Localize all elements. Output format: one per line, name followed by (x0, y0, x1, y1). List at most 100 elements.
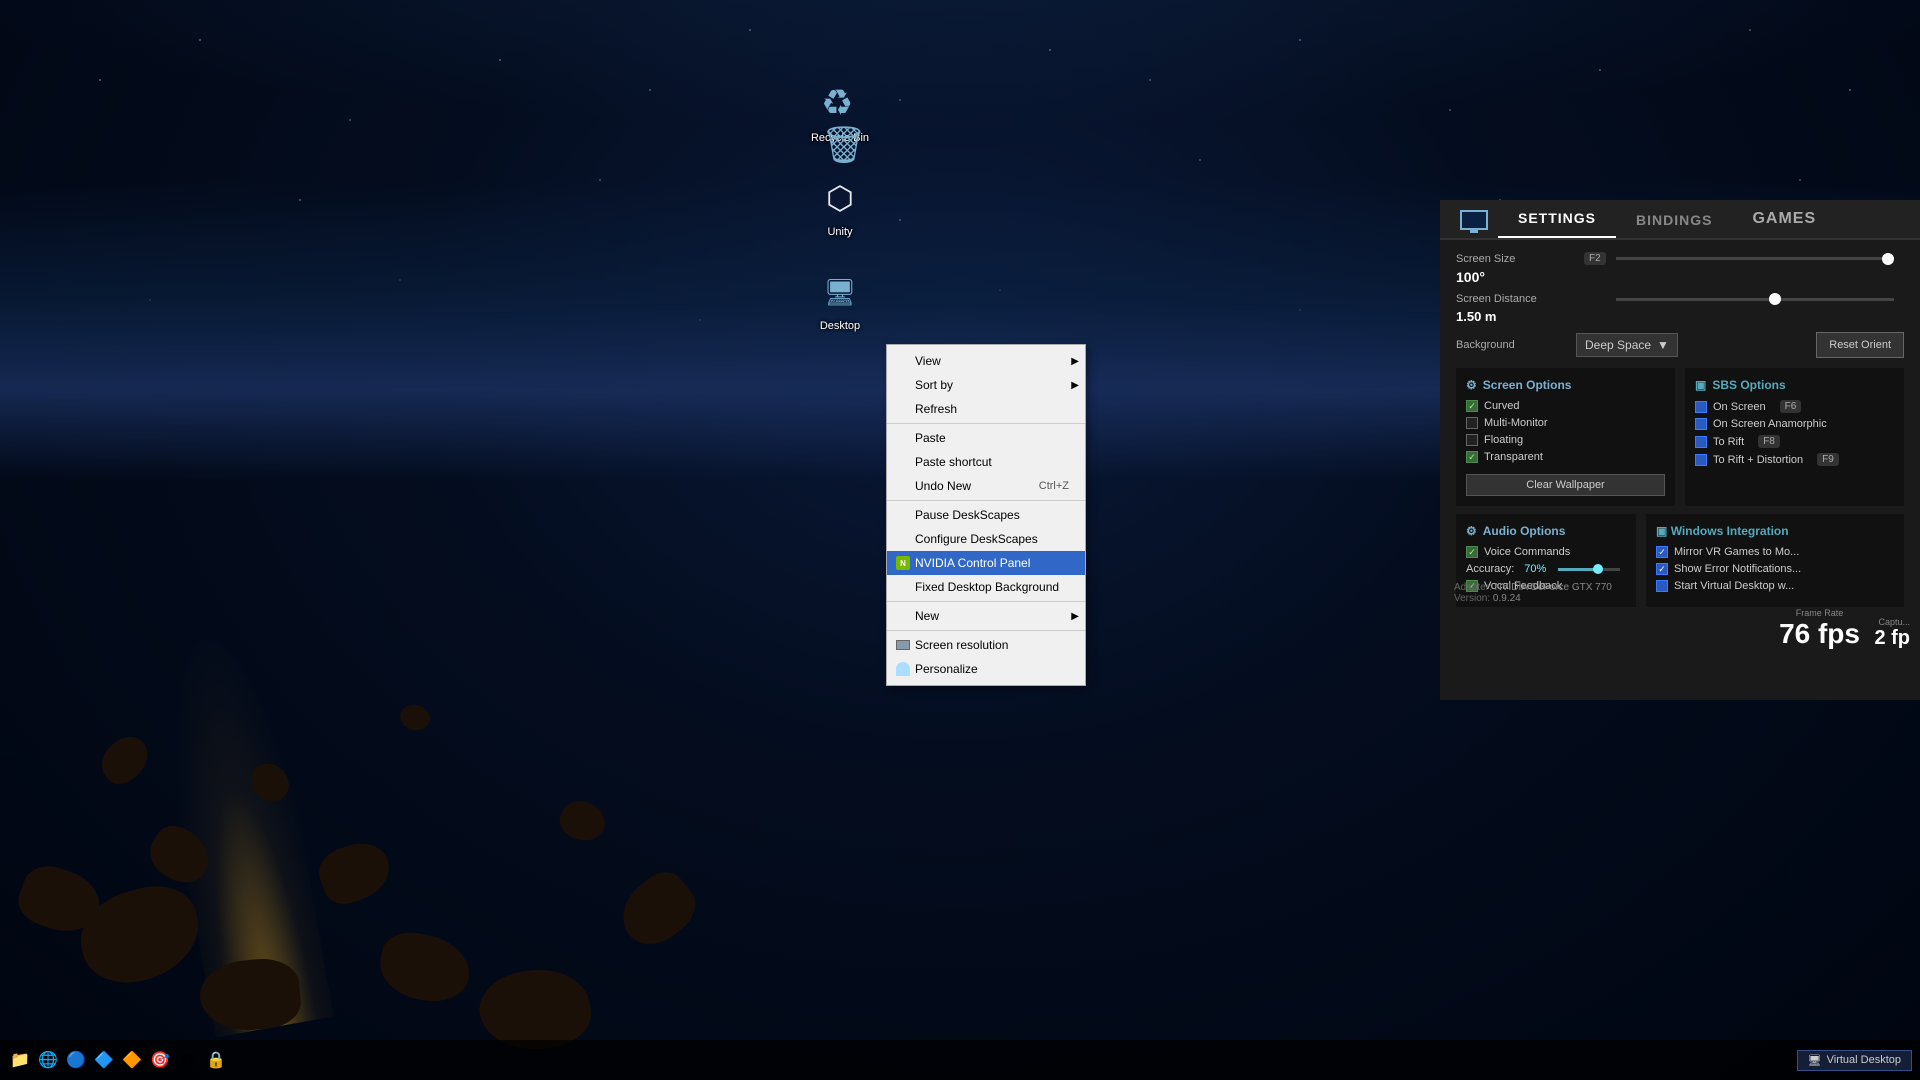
taskbar-icon-6[interactable]: ⚙ (176, 1048, 200, 1072)
checkbox-to-rift-distortion[interactable]: To Rift + Distortion F9 (1695, 453, 1894, 466)
context-icon-screen (895, 637, 911, 653)
asteroid (554, 794, 611, 847)
cb-mirror-vr[interactable] (1656, 546, 1668, 558)
context-item-new[interactable]: New ▶ (887, 604, 1085, 628)
version-label: Version: (1454, 593, 1493, 604)
undo-shortcut: Ctrl+Z (1019, 480, 1069, 492)
taskbar-icon-7[interactable]: 🔒 (204, 1048, 228, 1072)
context-item-personalize[interactable]: Personalize (887, 657, 1085, 681)
windows-integration-title: ▣ Windows Integration (1656, 524, 1894, 538)
tab-bindings[interactable]: BINDINGS (1616, 202, 1732, 238)
sbs-options-title: ▣ SBS Options (1695, 378, 1894, 392)
checkbox-start-virtual[interactable]: Start Virtual Desktop w... (1656, 580, 1894, 592)
checkbox-transparent[interactable]: Transparent (1466, 451, 1665, 463)
checkbox-on-screen-anamorphic[interactable]: On Screen Anamorphic (1695, 418, 1894, 430)
capture-display: Captu... 2 fp (1874, 617, 1920, 650)
screen-distance-thumb (1769, 293, 1781, 305)
desktop2-label: Desktop (820, 320, 860, 332)
taskbar-icon-3[interactable]: 🔷 (92, 1048, 116, 1072)
context-item-view[interactable]: View ▶ (887, 349, 1085, 373)
background-row: Background Deep Space ▼ Reset Orient (1456, 332, 1904, 358)
fps-label: Frame Rate (1779, 608, 1860, 618)
context-icon-person (895, 661, 911, 677)
background-label: Background (1456, 339, 1576, 351)
monitor-icon-tab[interactable] (1450, 202, 1498, 238)
context-separator-1 (887, 423, 1085, 424)
checkbox-voice-commands[interactable]: Voice Commands (1466, 546, 1626, 558)
sbs-options-box: ▣ SBS Options On Screen F6 On Screen Ana… (1685, 368, 1904, 506)
context-item-screen-res[interactable]: Screen resolution (887, 633, 1085, 657)
reset-orient-button[interactable]: Reset Orient (1816, 332, 1904, 358)
taskbar-icon-ie[interactable]: 🌐 (36, 1048, 60, 1072)
context-item-sort[interactable]: Sort by ▶ (887, 373, 1085, 397)
adapter-label: Adapter: (1454, 582, 1495, 593)
tab-settings[interactable]: SETTINGS (1498, 200, 1616, 238)
virtual-desktop-icon: 🖥 (1808, 1054, 1822, 1067)
screen-size-value-row: 100° (1456, 269, 1904, 285)
taskbar-icon-5[interactable]: 🎯 (148, 1048, 172, 1072)
asteroid (313, 835, 398, 911)
taskbar-icon-chrome[interactable]: 🔵 (64, 1048, 88, 1072)
checkbox-show-errors[interactable]: Show Error Notifications... (1656, 563, 1894, 575)
sbs-icon: ▣ (1695, 378, 1706, 392)
screen-size-slider[interactable] (1616, 257, 1894, 260)
submenu-arrow-view: ▶ (1071, 356, 1079, 367)
gear-icon: ⚙ (1466, 378, 1477, 392)
screen-distance-slider[interactable] (1616, 298, 1894, 301)
context-icon-view (895, 353, 911, 369)
unity-icon[interactable]: ⬡ Unity (800, 174, 880, 238)
cb-multi-monitor[interactable] (1466, 417, 1478, 429)
context-item-configure[interactable]: Configure DeskScapes (887, 527, 1085, 551)
asteroid-field (0, 580, 700, 1080)
checkbox-to-rift[interactable]: To Rift F8 (1695, 435, 1894, 448)
cb-to-rift[interactable] (1695, 436, 1707, 448)
context-item-nvidia[interactable]: N NVIDIA Control Panel (887, 551, 1085, 575)
cb-show-errors[interactable] (1656, 563, 1668, 575)
checkbox-multi-monitor[interactable]: Multi-Monitor (1466, 417, 1665, 429)
checkbox-curved[interactable]: Curved (1466, 400, 1665, 412)
context-item-paste[interactable]: Paste (887, 426, 1085, 450)
screen-size-row: Screen Size F2 (1456, 252, 1904, 265)
asteroid (397, 702, 432, 734)
unity-image: ⬡ (826, 179, 854, 217)
fps-display: Frame Rate 76 fps (1779, 608, 1860, 650)
cb-transparent[interactable] (1466, 451, 1478, 463)
app-icon-4: ⚙ (181, 1050, 195, 1070)
submenu-arrow-new: ▶ (1071, 611, 1079, 622)
cb-voice-commands[interactable] (1466, 546, 1478, 558)
taskbar-program-virtual-desktop[interactable]: 🖥 Virtual Desktop (1797, 1050, 1912, 1071)
checkbox-on-screen[interactable]: On Screen F6 (1695, 400, 1894, 413)
recycle-bin-image: 🗑 (821, 82, 859, 126)
settings-tabs: SETTINGS BINDINGS GAMES (1440, 200, 1920, 240)
accuracy-slider[interactable] (1558, 568, 1620, 571)
checkbox-floating[interactable]: Floating (1466, 434, 1665, 446)
windows-icon: ▣ (1656, 524, 1667, 538)
context-icon-nvidia: N (895, 555, 911, 571)
context-item-undo[interactable]: Undo New Ctrl+Z (887, 474, 1085, 498)
cb-curved[interactable] (1466, 400, 1478, 412)
cb-floating[interactable] (1466, 434, 1478, 446)
cb-on-screen[interactable] (1695, 401, 1707, 413)
folder-icon: 📁 (10, 1050, 30, 1070)
chrome-icon: 🔵 (66, 1050, 86, 1070)
context-item-refresh[interactable]: Refresh (887, 397, 1085, 421)
audio-icon: ⚙ (1466, 524, 1477, 538)
context-item-paste-shortcut[interactable]: Paste shortcut (887, 450, 1085, 474)
tab-games[interactable]: GAMES (1732, 200, 1836, 238)
desktop2-icon[interactable]: 🖥 Desktop (800, 268, 880, 332)
clear-wallpaper-button[interactable]: Clear Wallpaper (1466, 474, 1665, 496)
context-item-pause[interactable]: Pause DeskScapes (887, 503, 1085, 527)
capture-value: 2 fp (1874, 627, 1910, 650)
options-columns: ⚙ Screen Options Curved Multi-Monitor Fl… (1456, 368, 1904, 506)
cb-start-virtual[interactable] (1656, 580, 1668, 592)
context-item-fixed-bg[interactable]: Fixed Desktop Background (887, 575, 1085, 599)
cb-to-rift-distortion[interactable] (1695, 454, 1707, 466)
recycle-bin-icon[interactable]: 🗑 Recycle Bin (800, 80, 880, 144)
taskbar-icon-folder[interactable]: 📁 (8, 1048, 32, 1072)
screen-size-label: Screen Size (1456, 253, 1576, 265)
cb-on-screen-anamorphic[interactable] (1695, 418, 1707, 430)
adapter-info: Adapter: NVIDIA GeForce GTX 770 Version:… (1440, 576, 1626, 610)
taskbar-icon-4[interactable]: 🔶 (120, 1048, 144, 1072)
checkbox-mirror-vr[interactable]: Mirror VR Games to Mo... (1656, 546, 1894, 558)
background-dropdown[interactable]: Deep Space ▼ (1576, 333, 1678, 357)
